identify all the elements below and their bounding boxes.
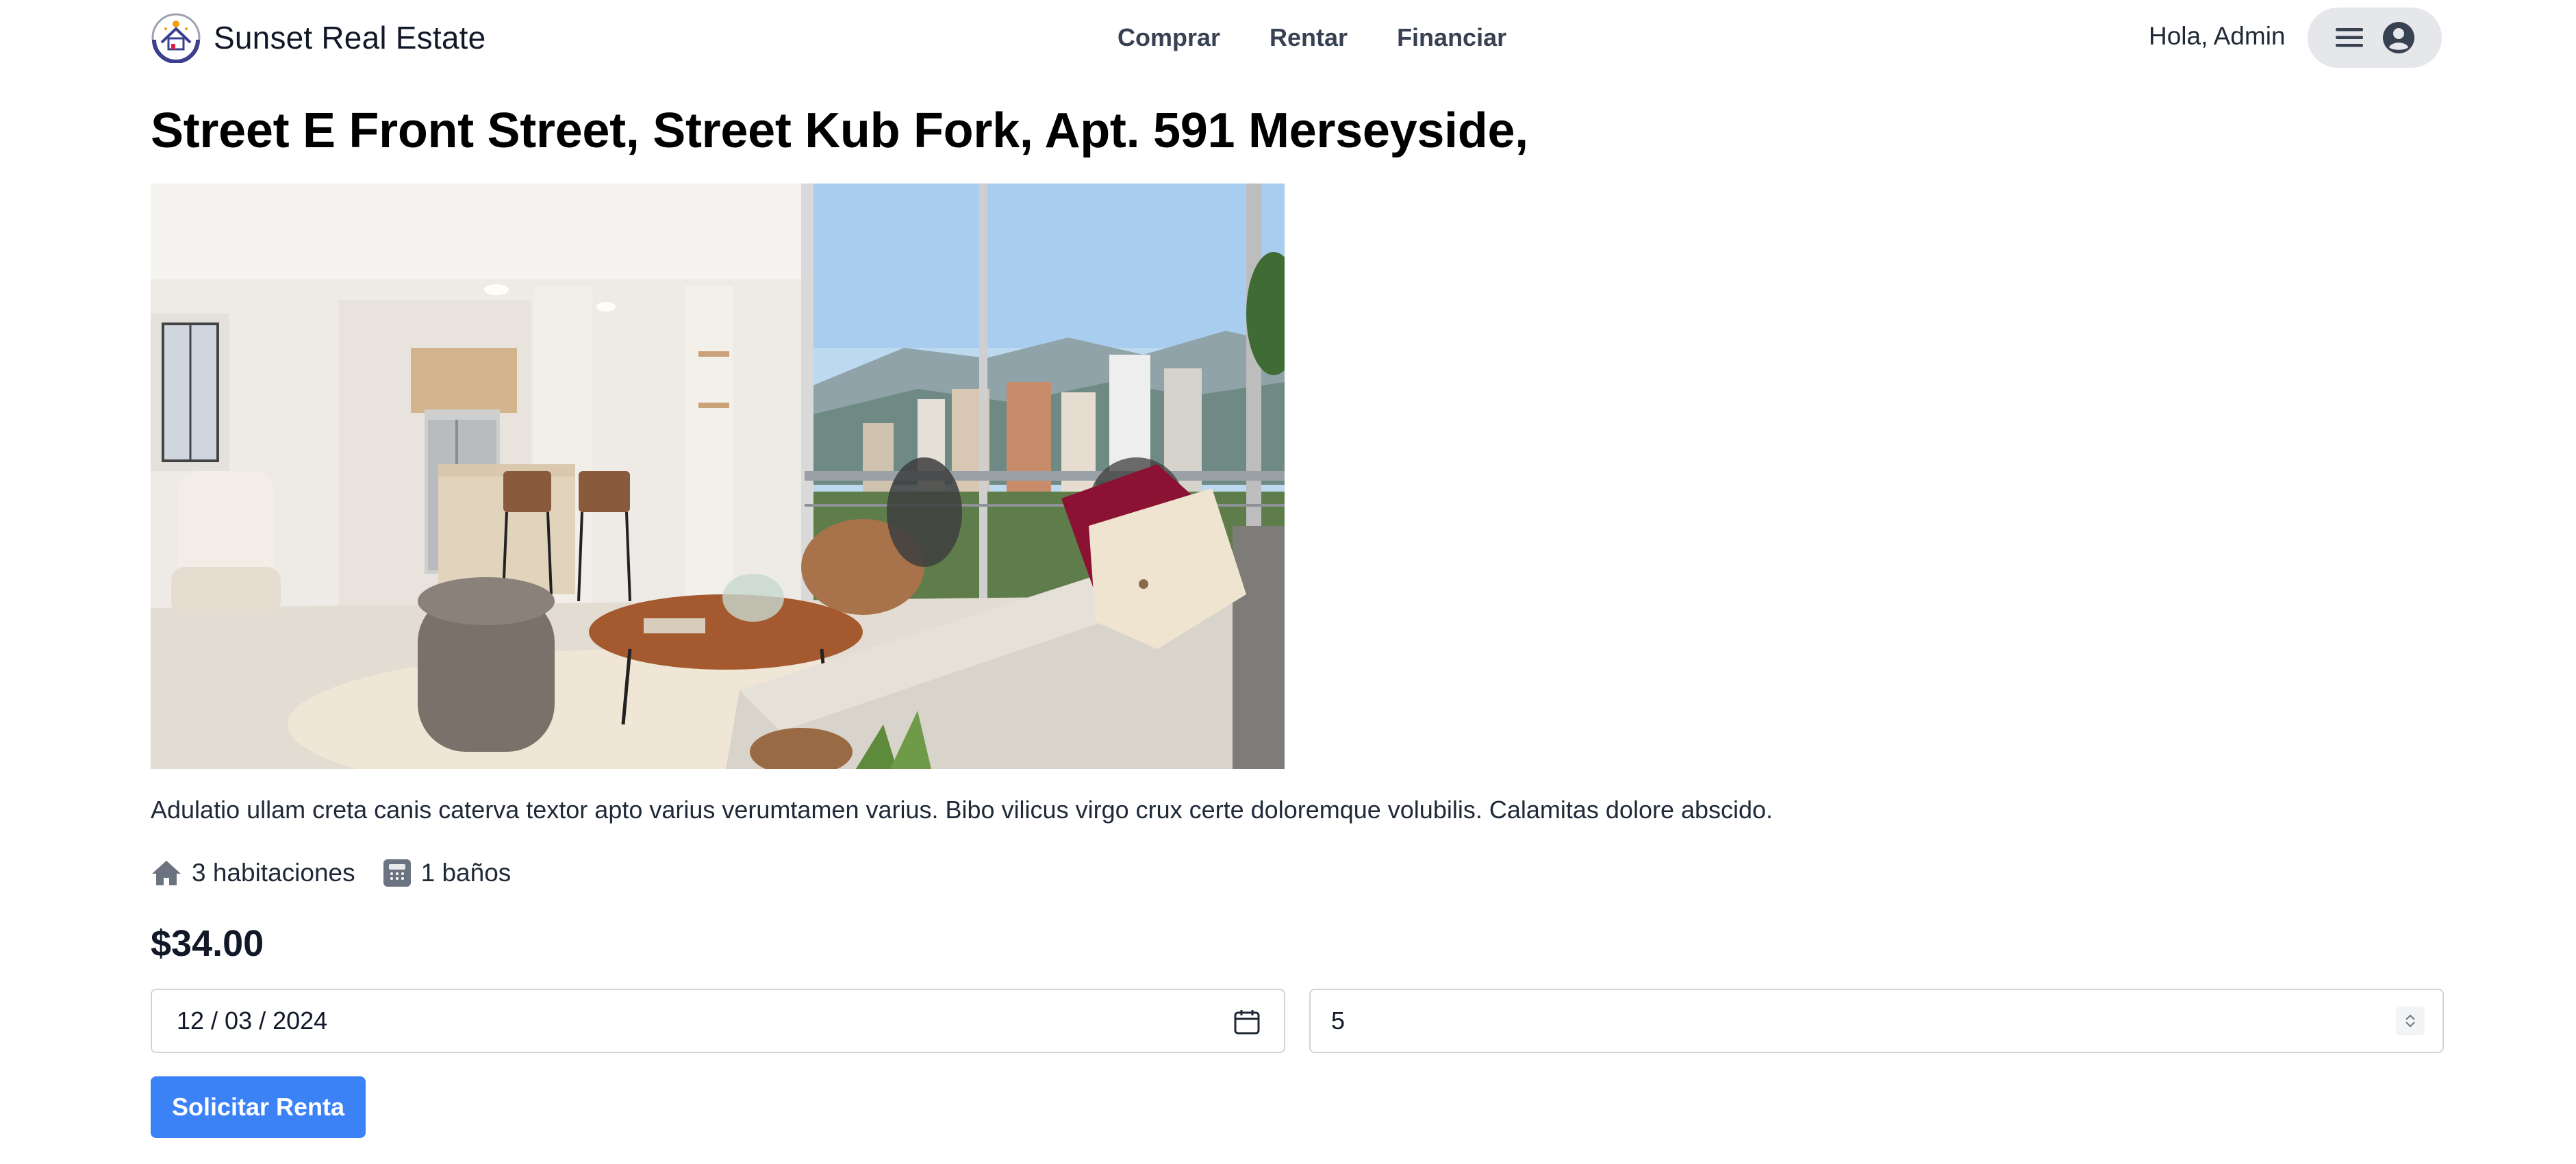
house-sunset-logo bbox=[151, 13, 201, 63]
listing-title: Street E Front Street, Street Kub Fork, … bbox=[151, 103, 1528, 158]
rental-date-input[interactable]: 12 / 03 / 2024 bbox=[151, 989, 1285, 1053]
nav-rentar[interactable]: Rentar bbox=[1270, 23, 1348, 52]
bedrooms-count: 3 habitaciones bbox=[192, 859, 355, 887]
bath-icon bbox=[383, 859, 411, 887]
listing-description: Adulatio ullam creta canis caterva texto… bbox=[151, 796, 1773, 824]
chevron-down-icon[interactable] bbox=[2405, 1021, 2416, 1028]
bathrooms-count: 1 baños bbox=[420, 859, 512, 887]
navbar: Sunset Real Estate Comprar Rentar Financ… bbox=[0, 0, 2576, 75]
page: Sunset Real Estate Comprar Rentar Financ… bbox=[0, 0, 2576, 1164]
user-greeting: Hola, Admin bbox=[2149, 22, 2286, 50]
user-menu-button[interactable] bbox=[2308, 8, 2442, 68]
listing-features: 3 habitaciones 1 baños bbox=[151, 856, 538, 890]
rental-date-value: 12 / 03 / 2024 bbox=[177, 1007, 328, 1035]
bathrooms-feature: 1 baños bbox=[383, 859, 512, 887]
listing-price: $34.00 bbox=[151, 923, 264, 964]
nav-financiar[interactable]: Financiar bbox=[1397, 23, 1506, 52]
calendar-icon[interactable] bbox=[1233, 1008, 1261, 1035]
rental-quantity-value: 5 bbox=[1331, 1007, 1346, 1035]
rental-quantity-input[interactable]: 5 bbox=[1309, 989, 2444, 1053]
request-rental-button[interactable]: Solicitar Renta bbox=[151, 1076, 366, 1138]
user-circle-icon bbox=[2383, 22, 2414, 53]
bedrooms-feature: 3 habitaciones bbox=[151, 859, 355, 887]
hamburger-icon bbox=[2336, 28, 2363, 47]
home-icon bbox=[152, 861, 181, 885]
main-nav: Comprar Rentar Financiar bbox=[1117, 21, 1506, 55]
chevron-up-icon[interactable] bbox=[2405, 1014, 2416, 1021]
brand-name: Sunset Real Estate bbox=[214, 20, 486, 55]
listing-photo bbox=[151, 184, 1285, 769]
nav-comprar[interactable]: Comprar bbox=[1117, 23, 1220, 52]
quantity-stepper[interactable] bbox=[2396, 1007, 2425, 1035]
brand-link[interactable]: Sunset Real Estate bbox=[151, 11, 485, 64]
